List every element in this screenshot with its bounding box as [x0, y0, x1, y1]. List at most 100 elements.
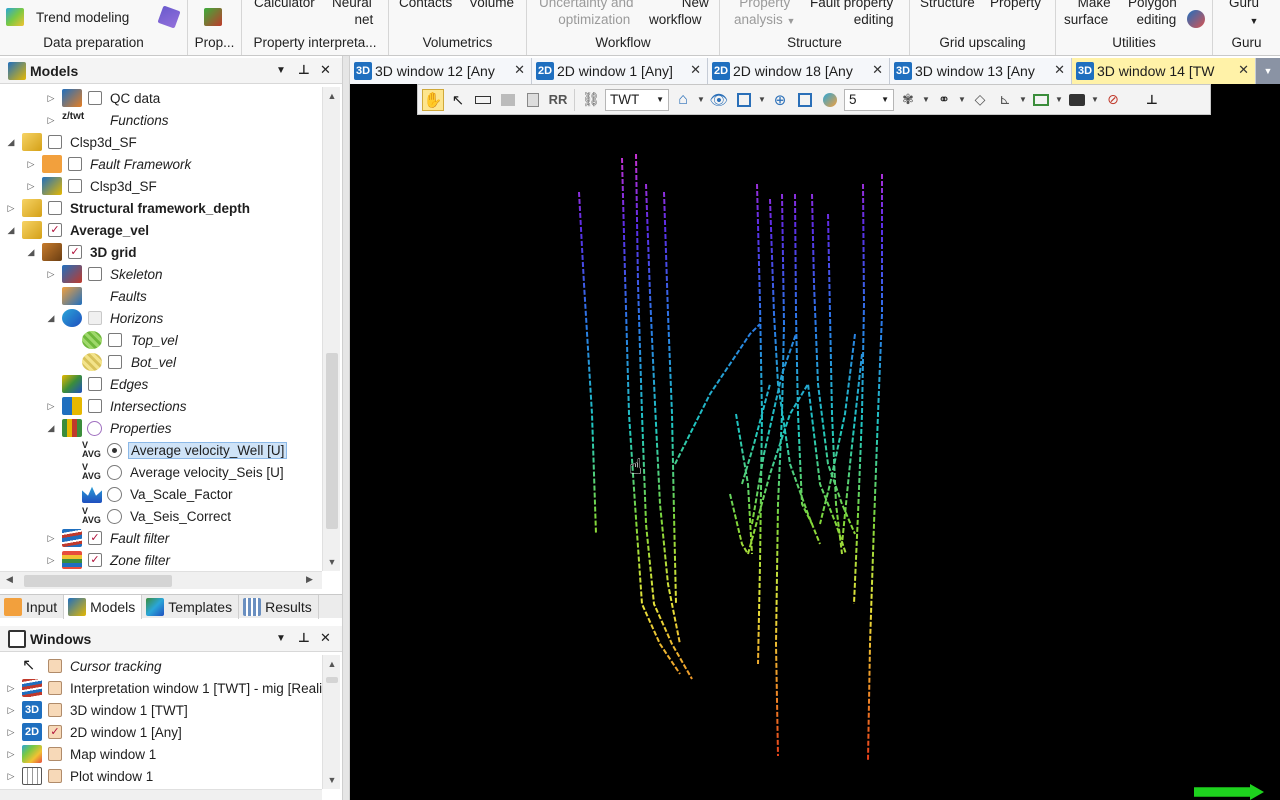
- property-cube-icon[interactable]: [204, 8, 222, 26]
- checkbox[interactable]: [48, 747, 62, 761]
- close-tab-icon[interactable]: ✕: [1238, 62, 1249, 78]
- properties-filter-icon[interactable]: [87, 420, 102, 436]
- expand-arrow-icon[interactable]: ▷: [6, 705, 16, 716]
- value-select[interactable]: 5 ▼: [844, 88, 894, 111]
- radio-selected[interactable]: [107, 442, 122, 458]
- visual-settings-button[interactable]: ✾: [897, 89, 919, 111]
- tree-item-va-seis-correct[interactable]: V AVG Va_Seis_Correct: [0, 505, 322, 527]
- chevron-down-icon[interactable]: ▼: [1055, 95, 1063, 104]
- volume-button[interactable]: Volume: [469, 0, 514, 11]
- scroll-thumb[interactable]: [326, 677, 338, 683]
- tree-item-fault-framework[interactable]: ▷ Fault Framework: [0, 153, 322, 175]
- scroll-down-icon[interactable]: ▼: [323, 775, 341, 785]
- pin-icon[interactable]: ⊥: [298, 630, 310, 646]
- tree-item-structural-framework-depth[interactable]: ▷ Structural framework_depth: [0, 197, 322, 219]
- contacts-button[interactable]: Contacts: [399, 0, 452, 11]
- tab-3d-window-14[interactable]: 3D 3D window 14 [TW ✕: [1072, 58, 1256, 84]
- close-icon[interactable]: ✕: [320, 630, 331, 646]
- panel-menu-icon[interactable]: ▼: [276, 65, 286, 76]
- chevron-down-icon[interactable]: ▼: [922, 95, 930, 104]
- scroll-down-icon[interactable]: ▼: [323, 557, 341, 567]
- scroll-thumb[interactable]: [24, 575, 172, 587]
- collapse-arrow-icon[interactable]: ◢: [46, 423, 56, 434]
- stop-button[interactable]: ⊘: [1102, 89, 1124, 111]
- 3d-viewport[interactable]: ☝: [350, 84, 1280, 800]
- pan-tool-button[interactable]: ✋: [422, 88, 444, 111]
- tab-3d-window-13[interactable]: 3D 3D window 13 [Any ✕: [890, 58, 1072, 84]
- expand-arrow-icon[interactable]: ▷: [6, 749, 16, 760]
- eraser-button[interactable]: ◇: [969, 89, 991, 111]
- tree-item-2d-window-1[interactable]: ▷ 2D ✓ 2D window 1 [Any]: [0, 721, 322, 743]
- link-tool-button[interactable]: ⛓: [580, 89, 602, 111]
- close-icon[interactable]: ✕: [320, 62, 331, 78]
- fault-property-editing-button[interactable]: Fault property editing: [810, 0, 894, 28]
- tree-item-average-velocity-seis[interactable]: V AVG Average velocity_Seis [U]: [0, 461, 322, 483]
- tab-templates[interactable]: Templates: [142, 595, 240, 619]
- axis-button[interactable]: ⊾: [994, 89, 1016, 111]
- tab-3d-window-12[interactable]: 3D 3D window 12 [Any ✕: [350, 58, 532, 84]
- tree-item-clsp3d-sf-child[interactable]: ▷ Clsp3d_SF: [0, 175, 322, 197]
- home-view-button[interactable]: ⌂: [672, 89, 694, 111]
- tree-item-3d-window-1[interactable]: ▷ 3D 3D window 1 [TWT]: [0, 699, 322, 721]
- checkbox[interactable]: [48, 681, 62, 695]
- box-tool-button[interactable]: [497, 89, 519, 111]
- expand-arrow-icon[interactable]: ▷: [46, 533, 56, 544]
- tree-item-average-vel[interactable]: ◢ ✓ Average_vel: [0, 219, 322, 241]
- radio[interactable]: [107, 464, 122, 480]
- checkbox[interactable]: [88, 377, 102, 391]
- checkbox[interactable]: [88, 267, 102, 281]
- scroll-up-icon[interactable]: ▲: [323, 659, 341, 669]
- expand-arrow-icon[interactable]: ▷: [26, 159, 36, 170]
- tab-input[interactable]: Input: [0, 595, 65, 619]
- checkbox[interactable]: [48, 703, 62, 717]
- checkbox-checked[interactable]: ✓: [48, 725, 62, 739]
- tree-item-average-velocity-well[interactable]: V AVG Average velocity_Well [U]: [0, 439, 322, 461]
- collapse-arrow-icon[interactable]: ◢: [6, 225, 16, 236]
- expand-arrow-icon[interactable]: ▷: [46, 115, 56, 126]
- close-tab-icon[interactable]: ✕: [690, 62, 701, 78]
- tree-item-clsp3d-sf[interactable]: ◢ Clsp3d_SF: [0, 131, 322, 153]
- structure-button[interactable]: Structure: [920, 0, 975, 11]
- domain-select[interactable]: TWT ▼: [605, 88, 669, 111]
- windows-vertical-scrollbar[interactable]: ▲ ▼: [322, 655, 340, 789]
- scroll-up-icon[interactable]: ▲: [323, 91, 341, 101]
- tree-item-top-vel[interactable]: Top_vel: [0, 329, 322, 351]
- tab-2d-window-18[interactable]: 2D 2D window 18 [Any ✕: [708, 58, 890, 84]
- tab-results[interactable]: Results: [239, 595, 319, 619]
- scroll-thumb[interactable]: [326, 353, 338, 529]
- checkbox[interactable]: [48, 201, 62, 215]
- view-box-button[interactable]: [733, 89, 755, 111]
- tree-item-edges[interactable]: Edges: [0, 373, 322, 395]
- property-button[interactable]: Property: [990, 0, 1041, 11]
- tree-item-horizons[interactable]: ◢ Horizons: [0, 307, 322, 329]
- tab-overflow-chevron-icon[interactable]: ▼: [1256, 58, 1280, 84]
- checkbox[interactable]: [68, 179, 82, 193]
- chevron-down-icon[interactable]: ▼: [1091, 95, 1099, 104]
- models-vertical-scrollbar[interactable]: ▲ ▼: [322, 87, 340, 571]
- neural-net-button[interactable]: Neural net: [332, 0, 373, 28]
- trend-modeling-button[interactable]: Trend modeling: [6, 8, 129, 26]
- tree-item-faults[interactable]: Faults: [0, 285, 322, 307]
- property-analysis-button[interactable]: Property analysis ▼: [734, 0, 795, 30]
- tree-item-bot-vel[interactable]: Bot_vel: [0, 351, 322, 373]
- chevron-down-icon[interactable]: ▼: [1019, 95, 1027, 104]
- collapse-arrow-icon[interactable]: ◢: [26, 247, 36, 258]
- radio[interactable]: [107, 508, 122, 524]
- checkbox-checked[interactable]: ✓: [48, 223, 62, 237]
- calculator-button[interactable]: Calculator: [254, 0, 315, 11]
- checkbox[interactable]: [48, 659, 62, 673]
- clip-view-button[interactable]: [819, 89, 841, 111]
- expand-arrow-icon[interactable]: ▷: [46, 269, 56, 280]
- tree-item-interpretation-window[interactable]: ▷ Interpretation window 1 [TWT] - mig [R…: [0, 677, 322, 699]
- tree-item-functions[interactable]: ▷ z/twt Functions: [0, 109, 322, 131]
- chevron-down-icon[interactable]: ▼: [697, 95, 705, 104]
- checkbox[interactable]: [48, 769, 62, 783]
- make-surface-button[interactable]: Make surface: [1064, 0, 1111, 28]
- tree-item-map-window-1[interactable]: ▷ Map window 1: [0, 743, 322, 765]
- chevron-down-icon[interactable]: ▼: [958, 95, 966, 104]
- tree-item-plot-window-1[interactable]: ▷ Plot window 1: [0, 765, 322, 787]
- checkbox[interactable]: [88, 311, 102, 325]
- checkbox[interactable]: [108, 355, 122, 369]
- uncertainty-optimization-button[interactable]: Uncertainty and optimization: [539, 0, 634, 28]
- close-tab-icon[interactable]: ✕: [514, 62, 525, 78]
